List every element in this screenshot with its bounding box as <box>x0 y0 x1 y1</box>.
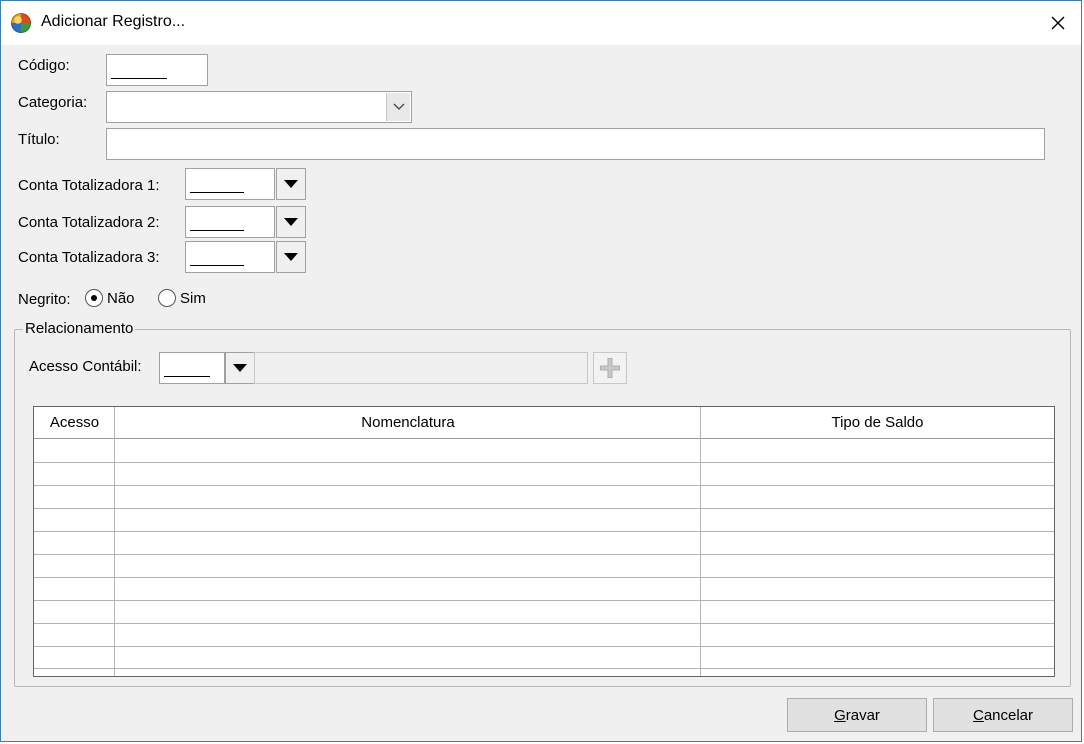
close-icon <box>1051 16 1065 30</box>
negrito-nao-radio[interactable] <box>85 289 103 307</box>
table-row[interactable] <box>34 668 1054 669</box>
categoria-label-colon: : <box>83 94 88 111</box>
gravar-button-accesskey: G <box>834 706 846 724</box>
conta3-dropdown-button[interactable] <box>276 241 306 273</box>
acesso-contabil-description <box>254 352 588 384</box>
codigo-label: Código: <box>18 57 70 74</box>
table-row[interactable] <box>34 462 1054 463</box>
app-globe-icon <box>11 13 31 33</box>
conta2-dropdown-button[interactable] <box>276 206 306 238</box>
acesso-contabil-input-mask <box>164 376 210 377</box>
titulo-label: Título: <box>18 131 60 148</box>
dialog-window: Adicionar Registro... Código: Categoria:… <box>0 0 1082 742</box>
negrito-sim-label[interactable]: Sim <box>180 290 206 307</box>
table-row[interactable] <box>34 485 1054 486</box>
column-divider <box>114 407 115 676</box>
negrito-nao-label[interactable]: Não <box>107 290 135 307</box>
conta3-input[interactable] <box>185 241 275 273</box>
table-row[interactable] <box>34 554 1054 555</box>
codigo-input-mask <box>111 78 167 79</box>
column-header-tipo-de-saldo[interactable]: Tipo de Saldo <box>701 407 1054 438</box>
title-bar: Adicionar Registro... <box>1 1 1081 45</box>
table-row[interactable] <box>34 623 1054 624</box>
titulo-input[interactable] <box>106 128 1045 160</box>
relacionamento-group-label: Relacionamento <box>23 320 136 337</box>
table-row[interactable] <box>34 577 1054 578</box>
add-acesso-button[interactable] <box>593 352 627 384</box>
conta1-label: Conta Totalizadora 1: <box>18 177 160 194</box>
acesso-contabil-dropdown-button[interactable] <box>225 352 255 384</box>
relacionamento-table[interactable]: Acesso Nomenclatura Tipo de Saldo <box>33 406 1055 677</box>
column-header-acesso[interactable]: Acesso <box>34 407 115 438</box>
triangle-down-icon <box>284 180 298 188</box>
window-title: Adicionar Registro... <box>41 13 186 30</box>
triangle-down-icon <box>284 218 298 226</box>
table-row[interactable] <box>34 646 1054 647</box>
cancelar-button[interactable]: Cancelar <box>933 698 1073 732</box>
conta3-label: Conta Totalizadora 3: <box>18 249 160 266</box>
plus-icon <box>600 358 620 378</box>
triangle-down-icon <box>284 253 298 261</box>
table-header: Acesso Nomenclatura Tipo de Saldo <box>34 407 1054 439</box>
table-row[interactable] <box>34 531 1054 532</box>
codigo-input[interactable] <box>106 54 208 86</box>
conta2-input[interactable] <box>185 206 275 238</box>
column-divider <box>700 407 701 676</box>
conta3-input-mask <box>190 265 244 266</box>
cancelar-button-label: ancelar <box>983 706 1034 724</box>
categoria-select[interactable] <box>106 91 412 123</box>
categoria-label-text: Categoria <box>18 94 84 111</box>
conta2-input-mask <box>190 230 244 231</box>
acesso-contabil-input[interactable] <box>159 352 225 384</box>
categoria-label: Categoria: <box>18 94 87 111</box>
close-button[interactable] <box>1035 1 1081 45</box>
negrito-sim-radio[interactable] <box>158 289 176 307</box>
categoria-dropdown-button[interactable] <box>386 93 410 121</box>
column-header-nomenclatura[interactable]: Nomenclatura <box>115 407 701 438</box>
conta1-dropdown-button[interactable] <box>276 168 306 200</box>
gravar-button[interactable]: Gravar <box>787 698 927 732</box>
acesso-contabil-label: Acesso Contábil: <box>29 358 142 375</box>
gravar-button-label: ravar <box>845 706 880 724</box>
table-row[interactable] <box>34 508 1054 509</box>
conta1-input[interactable] <box>185 168 275 200</box>
conta2-label: Conta Totalizadora 2: <box>18 214 160 231</box>
table-row[interactable] <box>34 600 1054 601</box>
conta1-input-mask <box>190 192 244 193</box>
negrito-label: Negrito: <box>18 291 71 308</box>
chevron-down-icon <box>393 103 404 110</box>
triangle-down-icon <box>233 364 247 372</box>
cancelar-button-accesskey: C <box>972 706 984 724</box>
